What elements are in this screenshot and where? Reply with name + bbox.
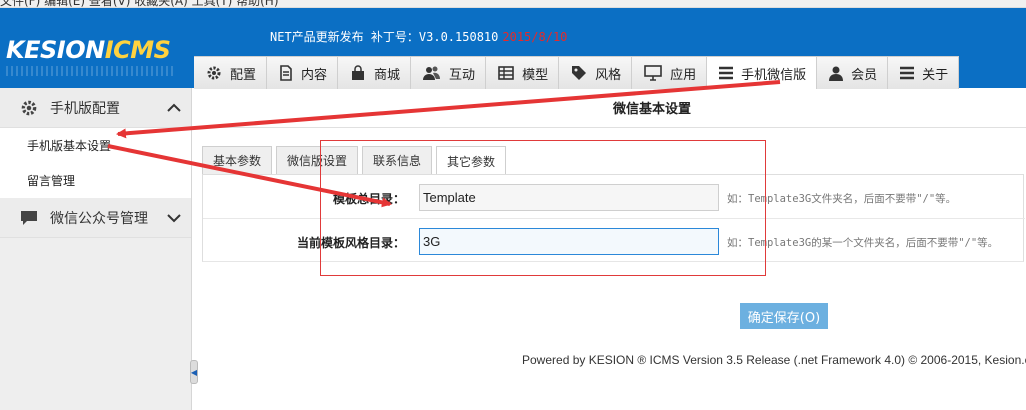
news-text[interactable]: NET产品更新发布 补丁号：V3.0.150810: [270, 30, 498, 44]
logo-decoration: [6, 66, 176, 76]
tab-member[interactable]: 会员: [817, 57, 889, 89]
page-title: 微信基本设置: [198, 88, 1026, 128]
tab-label: 会员: [851, 67, 878, 83]
logo: KESIONICMS: [6, 36, 171, 64]
browser-menu-text: 文件(F) 编辑(E) 查看(V) 收藏夹(A) 工具(T) 帮助(H): [0, 0, 279, 8]
news-date: 2015/8/10: [502, 30, 568, 44]
chevron-left-icon: ◀: [190, 367, 198, 377]
chevron-down-icon[interactable]: [167, 213, 181, 223]
document-icon: [280, 65, 292, 81]
sidebar-collapse-handle[interactable]: ◀: [190, 360, 198, 384]
tab-apps[interactable]: 应用: [632, 57, 708, 89]
logo-text-kesion: KESION: [6, 36, 105, 64]
tag-icon: [572, 66, 587, 80]
shopping-bag-icon: [352, 65, 365, 80]
sidebar-section-label: 手机版配置: [50, 100, 120, 117]
logo-text-icms: ICMS: [104, 36, 171, 64]
tab-shop[interactable]: 商城: [338, 57, 412, 89]
main-content: 微信基本设置 基本参数 微信版设置 联系信息 其它参数 模板总目录： 如：Tem…: [198, 88, 1026, 410]
update-news[interactable]: NET产品更新发布 补丁号：V3.0.150810 2015/8/10: [270, 28, 567, 45]
tab-interact[interactable]: 互动: [411, 57, 487, 89]
tab-model[interactable]: 模型: [486, 57, 560, 89]
tab-label: 模型: [522, 67, 549, 83]
annotation-highlight-box: [320, 140, 766, 276]
tab-about[interactable]: 关于: [888, 57, 960, 89]
sidebar-item-mobile-basic-settings[interactable]: 手机版基本设置: [0, 128, 191, 163]
table-icon: [498, 66, 514, 80]
tab-basic-params[interactable]: 基本参数: [202, 146, 273, 174]
list-icon: [719, 66, 734, 80]
list-icon: [900, 66, 915, 80]
tab-label: 互动: [449, 67, 476, 83]
gear-icon: [21, 100, 37, 115]
tab-config[interactable]: 配置: [194, 57, 268, 89]
tab-label: 手机微信版: [741, 67, 807, 83]
style-dir-hint: 如：Template3G的某一个文件夹名，后面不要带"/"等。: [727, 237, 999, 249]
chevron-up-icon[interactable]: [167, 103, 181, 113]
tab-label: 配置: [230, 67, 257, 83]
sidebar-section-mobile-config[interactable]: 手机版配置: [0, 88, 191, 128]
chat-bubble-icon: [21, 210, 37, 225]
sidebar-section-wechat-management[interactable]: 微信公众号管理: [0, 198, 191, 238]
footer-copyright: Powered by KESION ® ICMS Version 3.5 Rel…: [522, 353, 1026, 367]
sidebar: 手机版配置 手机版基本设置 留言管理 微信公众号管理: [0, 88, 192, 410]
tab-label: 应用: [670, 67, 697, 83]
users-icon: [423, 66, 441, 80]
monitor-icon: [644, 65, 662, 81]
tab-label: 内容: [301, 67, 328, 83]
sidebar-section-label: 微信公众号管理: [50, 210, 148, 227]
tab-label: 关于: [922, 67, 949, 83]
sidebar-item-message-management[interactable]: 留言管理: [0, 163, 191, 198]
sidebar-submenu: 手机版基本设置 留言管理: [0, 128, 191, 198]
tab-content[interactable]: 内容: [267, 57, 339, 89]
tab-mobile-wechat[interactable]: 手机微信版: [707, 57, 818, 89]
tab-label: 商城: [374, 67, 401, 83]
save-button[interactable]: 确定保存(O): [740, 303, 828, 329]
main-nav: 配置 内容 商城 互动 模型 风格 应用 手机微信版 会员 关于: [194, 56, 960, 89]
tab-label: 风格: [595, 67, 622, 83]
user-icon: [829, 66, 844, 81]
tab-style[interactable]: 风格: [559, 57, 633, 89]
gear-icon: [207, 66, 221, 80]
browser-menu-strip: 文件(F) 编辑(E) 查看(V) 收藏夹(A) 工具(T) 帮助(H): [0, 0, 1026, 8]
